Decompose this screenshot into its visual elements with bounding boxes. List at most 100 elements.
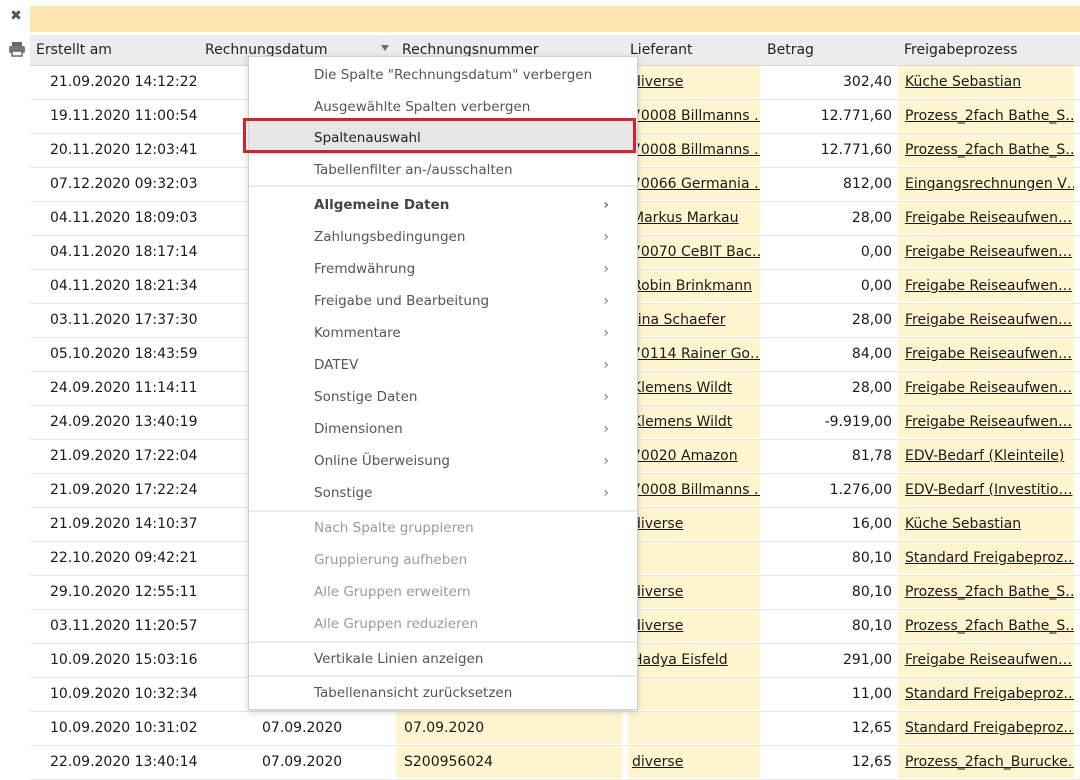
column-header-approval[interactable]: Freigabeprozess xyxy=(904,35,1017,65)
cell-approval-process-text[interactable]: Prozess_2fach Bathe_S… xyxy=(905,142,1074,158)
cell-supplier[interactable]: 70008 Billmanns … xyxy=(628,474,760,506)
cell-supplier[interactable]: 70008 Billmanns … xyxy=(628,100,760,132)
cell-supplier[interactable]: diverse xyxy=(628,576,760,608)
menu-item-vertical-lines[interactable]: Vertikale Linien anzeigen xyxy=(249,643,637,675)
column-header-supplier[interactable]: Lieferant xyxy=(630,35,693,65)
cell-supplier[interactable]: 70066 Germania … xyxy=(628,168,760,200)
cell-approval-process-text[interactable]: Freigabe Reiseaufwen… xyxy=(905,652,1072,668)
cell-supplier[interactable]: Robin Brinkmann xyxy=(628,270,760,302)
cell-supplier-text[interactable]: diverse xyxy=(632,584,683,600)
cell-supplier-text[interactable]: 70008 Billmanns … xyxy=(632,482,760,498)
menu-item-foreign-currency[interactable]: Fremdwährung › xyxy=(249,253,637,285)
menu-item-approval-processing[interactable]: Freigabe und Bearbeitung › xyxy=(249,285,637,317)
cell-supplier-text[interactable]: 70008 Billmanns … xyxy=(632,108,760,124)
cell-approval-process[interactable]: Küche Sebastian xyxy=(898,66,1074,98)
cell-approval-process-text[interactable]: Standard Freigabeproz… xyxy=(905,550,1074,566)
cell-approval-process[interactable]: Prozess_2fach Bathe_S… xyxy=(898,100,1074,132)
cell-approval-process[interactable]: Freigabe Reiseaufwen… xyxy=(898,270,1074,302)
column-header-amount[interactable]: Betrag xyxy=(767,35,814,65)
cell-approval-process-text[interactable]: Freigabe Reiseaufwen… xyxy=(905,414,1072,430)
menu-item-payment-terms[interactable]: Zahlungsbedingungen › xyxy=(249,221,637,253)
menu-item-hide-column[interactable]: Die Spalte "Rechnungsdatum" verbergen xyxy=(249,59,637,91)
cell-approval-process[interactable]: Freigabe Reiseaufwen… xyxy=(898,644,1074,676)
close-icon[interactable]: ✖ xyxy=(8,8,24,24)
cell-supplier[interactable] xyxy=(628,678,760,710)
table-row[interactable]: 10.09.2020 10:31:02 07.09.2020 07.09.2020 1… xyxy=(30,712,1080,746)
cell-approval-process-text[interactable]: EDV-Bedarf (Kleinteile) xyxy=(905,448,1064,464)
menu-item-online-transfer[interactable]: Online Überweisung › xyxy=(249,445,637,477)
menu-item-dimensions[interactable]: Dimensionen › xyxy=(249,413,637,445)
printer-icon[interactable] xyxy=(8,40,26,58)
cell-supplier[interactable]: diverse xyxy=(628,508,760,540)
menu-item-toggle-filter[interactable]: Tabellenfilter an-/ausschalten xyxy=(249,154,637,186)
cell-approval-process-text[interactable]: EDV-Bedarf (Investitio… xyxy=(905,482,1073,498)
menu-item-reset-view[interactable]: Tabellenansicht zurücksetzen xyxy=(249,677,637,709)
cell-supplier[interactable]: diverse xyxy=(628,610,760,642)
cell-approval-process[interactable]: Küche Sebastian xyxy=(898,508,1074,540)
cell-approval-process[interactable]: Prozess_2fach Bathe_S… xyxy=(898,576,1074,608)
cell-supplier-text[interactable]: 70008 Billmanns … xyxy=(632,142,760,158)
cell-approval-process-text[interactable]: Freigabe Reiseaufwen… xyxy=(905,380,1072,396)
cell-approval-process[interactable]: Standard Freigabeproz… xyxy=(898,712,1074,744)
cell-approval-process-text[interactable]: Freigabe Reiseaufwen… xyxy=(905,210,1072,226)
cell-supplier-text[interactable]: 70020 Amazon xyxy=(632,448,738,464)
cell-approval-process[interactable]: Eingangsrechnungen V… xyxy=(898,168,1074,200)
cell-approval-process[interactable]: EDV-Bedarf (Kleinteile) xyxy=(898,440,1074,472)
cell-approval-process-text[interactable]: Standard Freigabeproz… xyxy=(905,686,1074,702)
cell-supplier-text[interactable]: 70070 CeBIT Bac… xyxy=(632,244,760,260)
cell-approval-process-text[interactable]: Freigabe Reiseaufwen… xyxy=(905,278,1072,294)
cell-approval-process-text[interactable]: Freigabe Reiseaufwen… xyxy=(905,346,1072,362)
cell-approval-process-text[interactable]: Standard Freigabeproz… xyxy=(905,720,1074,736)
cell-supplier-text[interactable]: Robin Brinkmann xyxy=(632,278,752,294)
menu-item-datev[interactable]: DATEV › xyxy=(249,349,637,381)
menu-item-other-data[interactable]: Sonstige Daten › xyxy=(249,381,637,413)
cell-supplier[interactable]: 70020 Amazon xyxy=(628,440,760,472)
cell-approval-process[interactable]: Prozess_2fach Bathe_S… xyxy=(898,134,1074,166)
cell-approval-process[interactable]: Prozess_2fach Bathe_S… xyxy=(898,610,1074,642)
cell-supplier-text[interactable]: diverse xyxy=(632,74,683,90)
cell-approval-process[interactable]: Prozess_2fach_Burucke… xyxy=(898,746,1074,778)
cell-approval-process-text[interactable]: Prozess_2fach Bathe_S… xyxy=(905,618,1074,634)
cell-supplier[interactable]: Hadya Eisfeld xyxy=(628,644,760,676)
cell-approval-process[interactable]: Freigabe Reiseaufwen… xyxy=(898,202,1074,234)
cell-supplier[interactable] xyxy=(628,542,760,574)
cell-approval-process[interactable]: Freigabe Reiseaufwen… xyxy=(898,406,1074,438)
cell-approval-process-text[interactable]: Küche Sebastian xyxy=(905,74,1021,90)
column-header-created[interactable]: Erstellt am xyxy=(36,35,112,65)
cell-supplier[interactable]: diverse xyxy=(628,746,760,778)
cell-approval-process-text[interactable]: Eingangsrechnungen V… xyxy=(905,176,1074,192)
cell-approval-process-text[interactable]: Prozess_2fach Bathe_S… xyxy=(905,584,1074,600)
filter-bar[interactable] xyxy=(30,6,1080,32)
cell-approval-process-text[interactable]: Prozess_2fach Bathe_S… xyxy=(905,108,1074,124)
cell-supplier-text[interactable]: Klemens Wildt xyxy=(632,414,732,430)
cell-supplier[interactable]: diverse xyxy=(628,66,760,98)
cell-supplier-text[interactable]: rina Schaefer xyxy=(632,312,726,328)
cell-approval-process-text[interactable]: Freigabe Reiseaufwen… xyxy=(905,312,1072,328)
cell-supplier[interactable]: Klemens Wildt xyxy=(628,372,760,404)
cell-supplier-text[interactable]: diverse xyxy=(632,516,683,532)
table-row[interactable]: 22.09.2020 13:40:14 07.09.2020 S200956024 d… xyxy=(30,746,1080,780)
sort-arrow-icon[interactable] xyxy=(381,45,389,51)
cell-approval-process[interactable]: Freigabe Reiseaufwen… xyxy=(898,338,1074,370)
cell-supplier[interactable]: Markus Markau xyxy=(628,202,760,234)
cell-approval-process-text[interactable]: Prozess_2fach_Burucke… xyxy=(905,754,1074,770)
cell-supplier[interactable]: 70070 CeBIT Bac… xyxy=(628,236,760,268)
cell-approval-process[interactable]: Standard Freigabeproz… xyxy=(898,678,1074,710)
cell-supplier[interactable]: rina Schaefer xyxy=(628,304,760,336)
cell-supplier-text[interactable]: Hadya Eisfeld xyxy=(632,652,728,668)
cell-approval-process-text[interactable]: Küche Sebastian xyxy=(905,516,1021,532)
cell-approval-process-text[interactable]: Freigabe Reiseaufwen… xyxy=(905,244,1072,260)
cell-approval-process[interactable]: Freigabe Reiseaufwen… xyxy=(898,236,1074,268)
menu-item-general-data[interactable]: Allgemeine Daten › xyxy=(249,189,637,221)
cell-approval-process[interactable]: Freigabe Reiseaufwen… xyxy=(898,372,1074,404)
cell-supplier-text[interactable]: Markus Markau xyxy=(632,210,738,226)
cell-approval-process[interactable]: Standard Freigabeproz… xyxy=(898,542,1074,574)
cell-supplier[interactable] xyxy=(628,712,760,744)
cell-supplier-text[interactable]: diverse xyxy=(632,618,683,634)
menu-item-misc[interactable]: Sonstige › xyxy=(249,477,637,509)
cell-supplier-text[interactable]: 70114 Rainer Go… xyxy=(632,346,760,362)
cell-supplier-text[interactable]: Klemens Wildt xyxy=(632,380,732,396)
cell-supplier[interactable]: 70008 Billmanns … xyxy=(628,134,760,166)
cell-approval-process[interactable]: EDV-Bedarf (Investitio… xyxy=(898,474,1074,506)
cell-supplier[interactable]: Klemens Wildt xyxy=(628,406,760,438)
